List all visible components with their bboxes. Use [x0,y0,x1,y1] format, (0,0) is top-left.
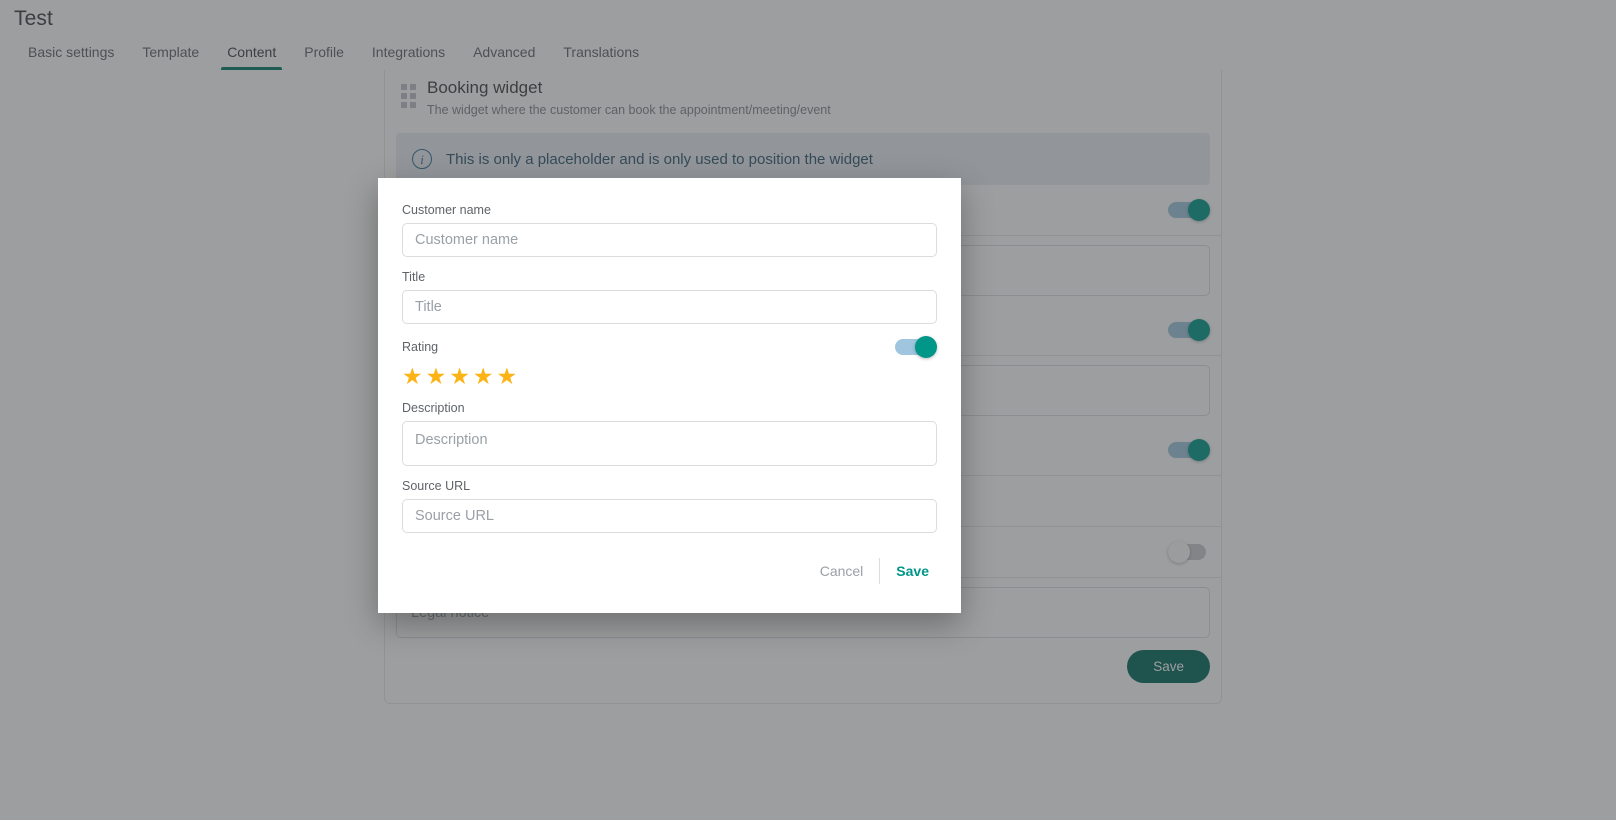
rating-label: Rating [402,339,439,354]
cancel-button[interactable]: Cancel [804,557,880,585]
customer-name-placeholder: Customer name [415,232,519,248]
title-input[interactable]: Title [402,290,937,324]
description-block: Description Description [402,400,937,466]
rating-block: Rating ★★★★★ [402,336,937,390]
source-url-placeholder: Source URL [415,508,494,524]
title-placeholder: Title [415,299,442,315]
description-input[interactable]: Description [402,421,937,466]
description-label: Description [402,401,465,415]
customer-name-block: Customer name Customer name [402,202,937,257]
title-label: Title [402,270,426,284]
rating-stars[interactable]: ★★★★★ [402,362,937,390]
rating-header-row: Rating [402,336,937,358]
customer-name-label: Customer name [402,203,491,217]
toggle-thumb [915,336,937,358]
title-block: Title Title [402,269,937,324]
source-url-input[interactable]: Source URL [402,499,937,533]
dialog-actions: Cancel Save [402,557,937,585]
source-url-label: Source URL [402,479,471,493]
customer-name-input[interactable]: Customer name [402,223,937,257]
review-edit-dialog: Customer name Customer name Title Title … [378,178,961,613]
description-placeholder: Description [415,432,488,448]
source-url-block: Source URL Source URL [402,478,937,533]
rating-toggle[interactable] [895,336,937,358]
save-button[interactable]: Save [880,557,937,585]
